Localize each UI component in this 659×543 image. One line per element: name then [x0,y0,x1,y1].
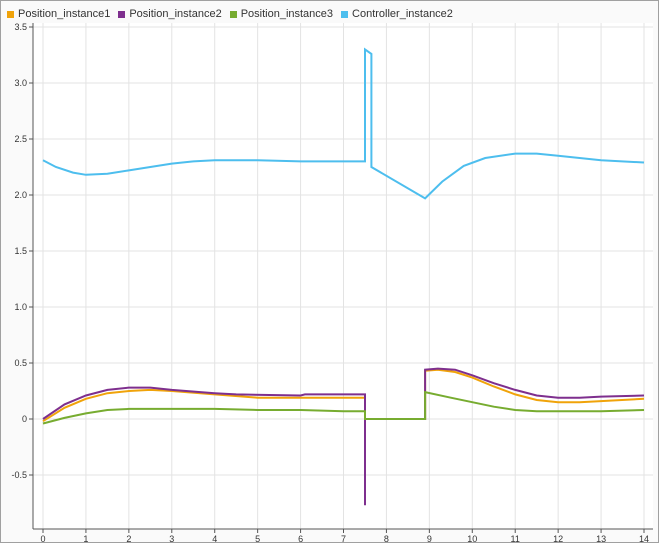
x-tick-label: 9 [427,534,432,542]
y-tick-label: 1.0 [14,302,27,312]
legend-swatch [7,10,14,18]
y-tick-label: 0.5 [14,358,27,368]
legend-swatch [229,10,237,18]
x-tick-label: 10 [467,534,477,542]
line-chart: 0 1 2 3 4 5 6 7 8 9 10 11 12 13 14-0.500.51.01.52.02.5… [11,22,653,542]
x-tick-label: 4 [212,534,217,542]
y-tick-label: 3.5 [14,22,27,32]
legend-label: Controller_instance2 [352,8,453,20]
x-tick-label: 7 [341,534,346,542]
legend-label: Position_instance3 [240,8,334,20]
legend-item[interactable]: Position_instance3 [229,8,334,20]
legend-swatch [341,10,349,18]
y-tick-label: -0.5 [11,470,27,480]
y-tick-label: 3.0 [14,78,27,88]
legend: Position_instance1 Position_instance2 Posi… [7,8,453,20]
x-tick-label: 8 [384,534,389,542]
y-tick-label: 2.5 [14,134,27,144]
x-tick-label: 0 [40,534,45,542]
legend-label: Position_instance1 [18,8,111,20]
y-tick-label: 0 [22,414,27,424]
y-tick-label: 2.0 [14,190,27,200]
legend-item[interactable]: Position_instance2 [118,8,222,20]
x-tick-label: 2 [126,534,131,542]
legend-item[interactable]: Position_instance1 [7,8,110,20]
x-tick-label: 5 [255,534,260,542]
x-tick-label: 12 [553,534,563,542]
x-tick-label: 1 [83,534,88,542]
x-tick-label: 14 [639,534,649,542]
y-tick-label: 1.5 [14,246,27,256]
x-tick-label: 11 [511,534,520,542]
chart-frame: 0 1 2 3 4 5 6 7 8 9 10 11 12 13 14 -0.5 0 0.5 1.0 1.5 2.0 2.5… [0,0,659,543]
x-tick-label: 13 [596,534,606,542]
x-tick-label: 6 [298,534,303,542]
legend-item[interactable]: Controller_instance2 [341,8,453,20]
legend-swatch [118,10,126,18]
x-tick-label: 3 [169,534,174,542]
legend-label: Position_instance2 [129,8,222,20]
